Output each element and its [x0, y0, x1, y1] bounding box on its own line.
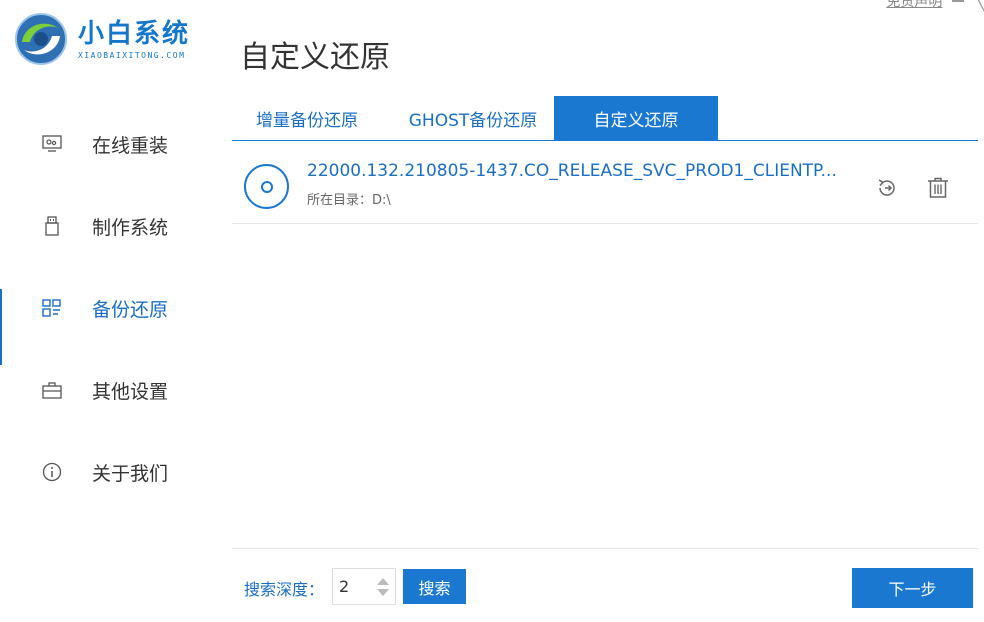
monitor-icon — [40, 132, 64, 156]
list-item[interactable]: 22000.132.210805-1437.CO_RELEASE_SVC_PRO… — [232, 141, 978, 224]
sidebar-item-about-us[interactable]: 关于我们 — [0, 431, 215, 513]
sidebar-item-label: 其他设置 — [92, 380, 169, 403]
app-name: 小白系统 — [78, 18, 191, 49]
trash-icon[interactable] — [926, 176, 950, 200]
sidebar-item-backup-restore[interactable]: 备份还原 — [0, 267, 215, 365]
search-depth-value[interactable]: 2 — [333, 577, 371, 596]
sidebar-item-online-reinstall[interactable]: 在线重装 — [0, 103, 215, 185]
usb-icon — [40, 214, 64, 238]
sidebar: 在线重装 制作系统 备份还原 其他设置 关于我们 — [0, 103, 215, 513]
disc-icon — [244, 164, 289, 209]
search-depth-label: 搜索深度： — [244, 580, 325, 599]
decrement-icon[interactable] — [377, 588, 389, 596]
search-button[interactable]: 搜索 — [403, 569, 466, 604]
sidebar-item-make-system[interactable]: 制作系统 — [0, 185, 215, 267]
close-icon[interactable]: ╲ — [974, 0, 984, 11]
info-icon — [40, 460, 64, 484]
backup-icon — [40, 296, 64, 320]
divider — [232, 548, 978, 549]
sidebar-item-label: 在线重装 — [92, 134, 169, 157]
file-name: 22000.132.210805-1437.CO_RELEASE_SVC_PRO… — [307, 161, 837, 181]
tab-custom-restore[interactable]: 自定义还原 — [554, 96, 718, 140]
page-title: 自定义还原 — [240, 40, 390, 75]
window-controls: 免责声明 ╲ — [886, 0, 984, 11]
search-depth-stepper[interactable]: 2 — [332, 568, 396, 605]
restore-tabs: 增量备份还原 GHOST备份还原 自定义还原 — [232, 96, 978, 141]
logo-icon — [15, 13, 67, 65]
sidebar-item-label: 备份还原 — [92, 298, 169, 321]
tab-ghost-restore[interactable]: GHOST备份还原 — [392, 96, 554, 140]
minimize-icon[interactable] — [952, 0, 965, 2]
next-button[interactable]: 下一步 — [852, 568, 973, 608]
restore-icon[interactable] — [875, 176, 899, 200]
sidebar-item-label: 制作系统 — [92, 216, 169, 239]
sidebar-item-label: 关于我们 — [92, 462, 169, 485]
app-domain: XIAOBAIXITONG.COM — [78, 50, 186, 60]
file-directory: 所在目录：D:\ — [307, 193, 391, 208]
disclaimer-link[interactable]: 免责声明 — [886, 0, 942, 11]
briefcase-icon — [40, 378, 64, 402]
sidebar-item-other-settings[interactable]: 其他设置 — [0, 349, 215, 431]
increment-icon[interactable] — [377, 577, 389, 585]
app-logo: 小白系统 XIAOBAIXITONG.COM — [14, 12, 190, 66]
tab-incremental-restore[interactable]: 增量备份还原 — [232, 96, 392, 140]
